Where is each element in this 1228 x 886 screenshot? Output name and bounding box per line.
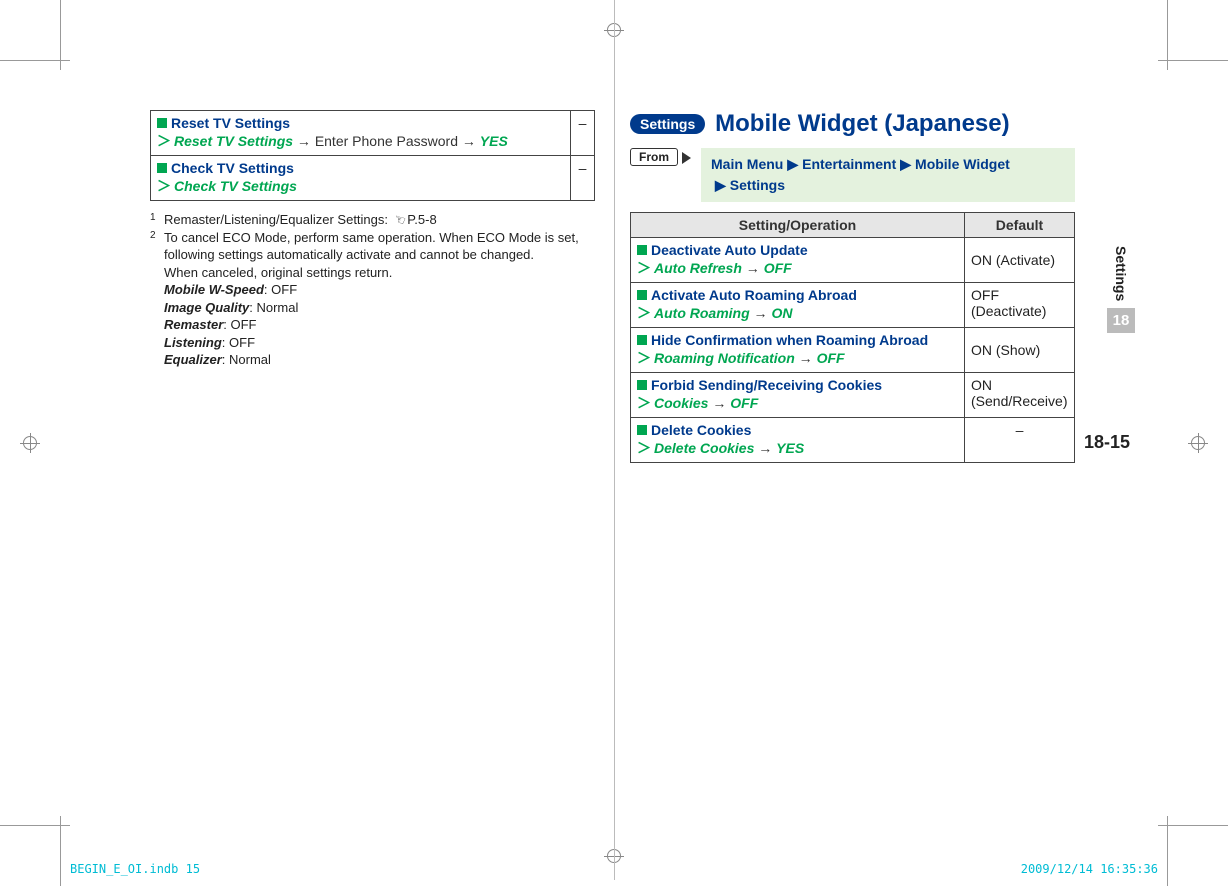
column-header: Default: [965, 213, 1075, 238]
setting-path: Reset TV Settings: [174, 133, 293, 149]
setting-path: Check TV Settings: [174, 178, 297, 194]
section-header: Settings Mobile Widget (Japanese): [630, 110, 1075, 138]
page-content: Reset TV Settings ＞Reset TV Settings → E…: [150, 110, 1070, 830]
default-value: ON (Show): [965, 328, 1075, 373]
default-value: –: [570, 156, 594, 201]
setting-title: Reset TV Settings: [171, 115, 290, 131]
default-value: –: [570, 111, 594, 156]
footer-left: BEGIN_E_OI.indb 15: [70, 862, 200, 876]
footnote-text: Remaster/Listening/Equalizer Settings:: [164, 212, 388, 227]
chevron-icon: ＞: [157, 133, 171, 149]
bullet-icon: [637, 425, 647, 435]
bullet-icon: [637, 335, 647, 345]
bullet-icon: [637, 380, 647, 390]
table-row: Delete Cookies ＞Delete Cookies → YES –: [631, 418, 1075, 463]
table-row: Hide Confirmation when Roaming Abroad ＞R…: [631, 328, 1075, 373]
default-value: ON (Activate): [965, 238, 1075, 283]
footer-right: 2009/12/14 16:35:36: [1021, 862, 1158, 876]
table-row: Activate Auto Roaming Abroad ＞Auto Roami…: [631, 283, 1075, 328]
side-tab: Settings 18: [1107, 246, 1135, 333]
page-number: 18-15: [1084, 432, 1130, 453]
table-row: Deactivate Auto Update ＞Auto Refresh → O…: [631, 238, 1075, 283]
table-row: Forbid Sending/Receiving Cookies ＞Cookie…: [631, 373, 1075, 418]
table-row: Check TV Settings ＞Check TV Settings –: [151, 156, 595, 201]
footnote-text: To cancel ECO Mode, perform same operati…: [164, 229, 595, 264]
table-row: Reset TV Settings ＞Reset TV Settings → E…: [151, 111, 595, 156]
bullet-icon: [637, 290, 647, 300]
hand-icon: ☞: [391, 210, 408, 230]
default-value: OFF (Deactivate): [965, 283, 1075, 328]
navigation-path: From Main Menu▶Entertainment▶Mobile Widg…: [630, 148, 1075, 202]
column-header: Setting/Operation: [631, 213, 965, 238]
section-title: Mobile Widget (Japanese): [715, 110, 1010, 137]
left-column: Reset TV Settings ＞Reset TV Settings → E…: [150, 110, 595, 369]
widget-settings-table: Setting/Operation Default Deactivate Aut…: [630, 212, 1075, 463]
side-label: Settings: [1113, 246, 1129, 301]
tv-settings-table: Reset TV Settings ＞Reset TV Settings → E…: [150, 110, 595, 201]
bullet-icon: [637, 245, 647, 255]
bullet-icon: [157, 118, 167, 128]
default-value: ON (Send/Receive): [965, 373, 1075, 418]
default-value: –: [965, 418, 1075, 463]
breadcrumb: Main Menu▶Entertainment▶Mobile Widget▶Se…: [701, 148, 1075, 202]
setting-title: Check TV Settings: [171, 160, 294, 176]
print-footer: BEGIN_E_OI.indb 15 2009/12/14 16:35:36: [70, 862, 1158, 876]
chevron-icon: ＞: [157, 178, 171, 194]
from-label: From: [630, 148, 678, 166]
page-ref: P.5-8: [407, 212, 436, 227]
bullet-icon: [157, 163, 167, 173]
section-pill: Settings: [630, 114, 705, 134]
triangle-icon: [682, 152, 691, 164]
right-column: Settings Mobile Widget (Japanese) From M…: [630, 110, 1075, 463]
chapter-number: 18: [1107, 308, 1135, 333]
footnote-text: When canceled, original settings return.: [164, 264, 595, 282]
footnotes: 1 Remaster/Listening/Equalizer Settings:…: [150, 211, 595, 369]
